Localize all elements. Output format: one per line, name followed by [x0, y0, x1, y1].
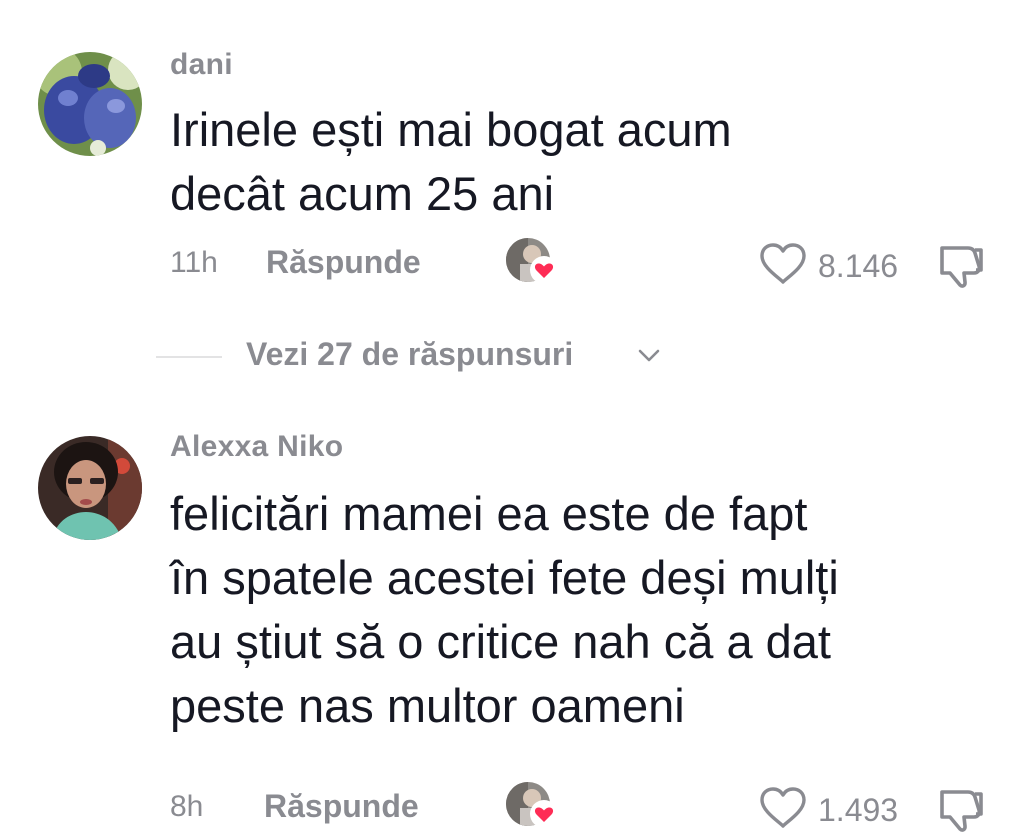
creator-liked-badge: [500, 780, 560, 832]
like-count: 8.146: [818, 248, 899, 284]
avatar[interactable]: [38, 436, 142, 540]
reply-button[interactable]: Răspunde: [266, 244, 421, 281]
comments-panel: dani Irinele ești mai bogat acum decât a…: [0, 0, 1024, 840]
divider-line: [156, 356, 222, 358]
dislike-icon[interactable]: [934, 784, 988, 834]
comment-actions: 11h Răspunde 8.146: [0, 236, 1024, 292]
chevron-down-icon[interactable]: [636, 346, 662, 366]
avatar[interactable]: [38, 52, 142, 156]
view-replies-row[interactable]: Vezi 27 de răspunsuri: [0, 332, 1024, 382]
blue-bird-avatar-icon: [38, 52, 142, 156]
woman-portrait-avatar-icon: [38, 436, 142, 540]
comment-actions: 8h Răspunde 1.493: [0, 780, 1024, 836]
comment-time: 8h: [170, 790, 204, 823]
creator-liked-badge: [500, 236, 560, 288]
creator-heart-icon: [530, 800, 558, 828]
reply-button[interactable]: Răspunde: [264, 788, 419, 825]
comment-text: felicitări mamei ea este de fapt în spat…: [170, 487, 839, 732]
heart-icon[interactable]: [758, 786, 808, 830]
comment-username[interactable]: dani: [170, 48, 233, 82]
creator-heart-icon: [530, 256, 558, 284]
view-replies-button[interactable]: Vezi 27 de răspunsuri: [246, 336, 573, 373]
comment-username[interactable]: Alexxa Niko: [170, 430, 343, 464]
dislike-icon[interactable]: [934, 240, 988, 290]
like-count: 1.493: [818, 792, 899, 828]
heart-icon[interactable]: [758, 242, 808, 286]
comment-text: Irinele ești mai bogat acum decât acum 2…: [170, 103, 732, 220]
comment-time: 11h: [170, 246, 218, 279]
